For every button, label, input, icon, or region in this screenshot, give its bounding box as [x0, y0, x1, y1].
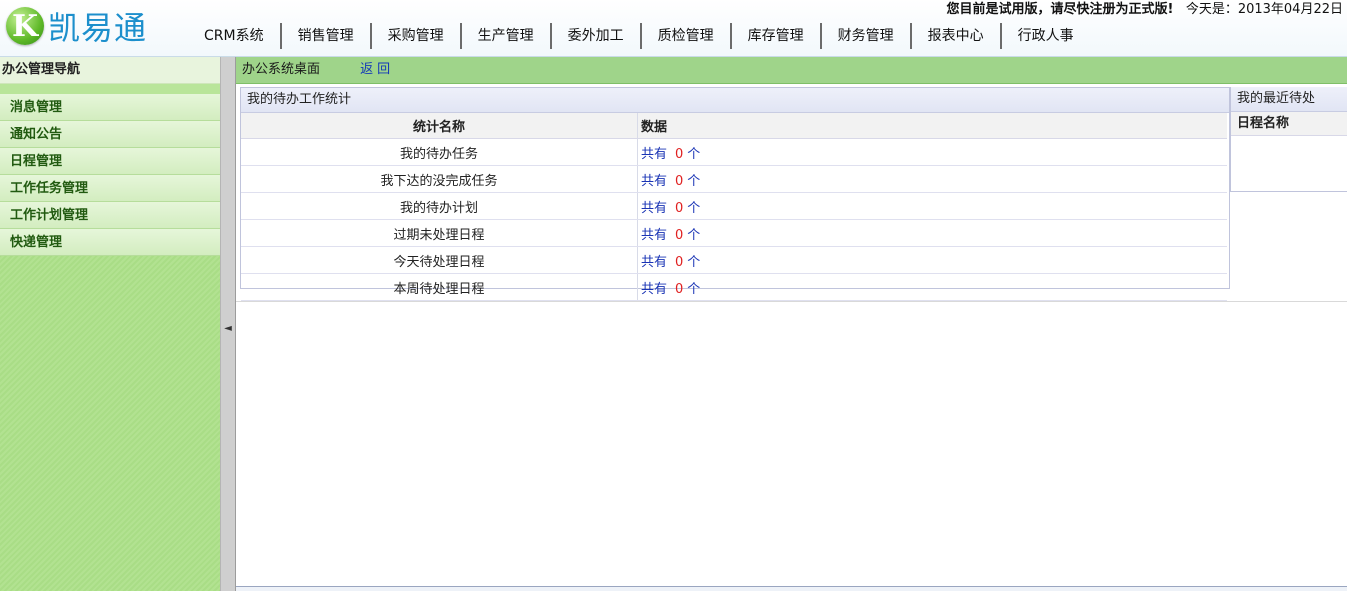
todo-stats-title: 我的待办工作统计 — [241, 88, 1229, 113]
stat-value[interactable]: 共有 0 个 — [637, 246, 1227, 274]
sidebar: 办公管理导航 消息管理 通知公告 日程管理 工作任务管理 工作计划管理 快递管理 — [0, 57, 220, 591]
stat-unit: 个 — [687, 200, 701, 216]
stat-count[interactable]: 0 — [675, 282, 683, 297]
stat-prefix: 共有 — [641, 227, 668, 243]
nav-hr[interactable]: 行政人事 — [1002, 23, 1090, 49]
nav-finance[interactable]: 财务管理 — [822, 23, 912, 49]
todo-stats-panel: 我的待办工作统计 统计名称 数据 我的待办任务 共有 0 个 我下达的没完成任务 共… — [240, 87, 1230, 301]
stat-value[interactable]: 共有 0 个 — [637, 192, 1227, 220]
main-content: 办公系统桌面 返回 我的待办工作统计 统计名称 数据 我的待办任务 共有 0 个 我… — [236, 57, 1347, 591]
trial-message: 您目前是试用版，请尽快注册为正式版! — [946, 2, 1174, 17]
stat-count[interactable]: 0 — [675, 255, 683, 270]
stat-count[interactable]: 0 — [675, 147, 683, 162]
breadcrumb: 办公系统桌面 — [242, 62, 321, 77]
nav-production[interactable]: 生产管理 — [462, 23, 552, 49]
stat-unit: 个 — [687, 254, 701, 270]
today-label: 今天是： — [1185, 2, 1238, 17]
stat-value[interactable]: 共有 0 个 — [637, 165, 1227, 193]
sidebar-item-plans[interactable]: 工作计划管理 — [0, 202, 220, 229]
stat-name: 今天待处理日程 — [241, 246, 638, 274]
stat-count[interactable]: 0 — [675, 174, 683, 189]
column-header-data: 数据 — [637, 113, 1227, 139]
stat-value[interactable]: 共有 0 个 — [637, 273, 1227, 301]
app-header: K 凯易通 您目前是试用版，请尽快注册为正式版! 今天是：2013年04月22日… — [0, 0, 1347, 57]
nav-reports[interactable]: 报表中心 — [912, 23, 1002, 49]
sidebar-item-notices[interactable]: 通知公告 — [0, 121, 220, 148]
stat-unit: 个 — [687, 146, 701, 162]
table-row: 今天待处理日程 共有 0 个 — [241, 246, 1227, 274]
sidebar-item-schedule[interactable]: 日程管理 — [0, 148, 220, 175]
nav-inventory[interactable]: 库存管理 — [732, 23, 822, 49]
sidebar-divider — [0, 84, 220, 94]
sidebar-item-tasks[interactable]: 工作任务管理 — [0, 175, 220, 202]
main-toolbar: 办公系统桌面 返回 — [236, 57, 1347, 84]
stat-name: 我的待办计划 — [241, 192, 638, 220]
stat-count[interactable]: 0 — [675, 201, 683, 216]
stat-unit: 个 — [687, 173, 701, 189]
collapse-arrow-icon[interactable]: ◄ — [223, 322, 233, 336]
sidebar-item-express[interactable]: 快递管理 — [0, 229, 220, 256]
stat-name: 本周待处理日程 — [241, 273, 638, 301]
bottom-scrollbar[interactable] — [236, 586, 1347, 591]
stat-unit: 个 — [687, 281, 701, 297]
stat-unit: 个 — [687, 227, 701, 243]
stat-count[interactable]: 0 — [675, 228, 683, 243]
nav-outsourcing[interactable]: 委外加工 — [552, 23, 642, 49]
table-header-row: 统计名称 数据 — [241, 113, 1227, 139]
stat-prefix: 共有 — [641, 281, 668, 297]
table-row: 过期未处理日程 共有 0 个 — [241, 219, 1227, 247]
stat-name: 我的待办任务 — [241, 138, 638, 166]
nav-purchase[interactable]: 采购管理 — [372, 23, 462, 49]
today-date: 2013年04月22日 — [1237, 2, 1343, 17]
stat-name: 过期未处理日程 — [241, 219, 638, 247]
back-link[interactable]: 返回 — [360, 62, 394, 77]
stat-value[interactable]: 共有 0 个 — [637, 138, 1227, 166]
sidebar-item-messages[interactable]: 消息管理 — [0, 94, 220, 121]
logo-text: 凯易通 — [48, 9, 148, 47]
table-row: 我下达的没完成任务 共有 0 个 — [241, 165, 1227, 193]
table-row: 我的待办计划 共有 0 个 — [241, 192, 1227, 220]
table-row: 我的待办任务 共有 0 个 — [241, 138, 1227, 166]
dashboard-panels: 我的待办工作统计 统计名称 数据 我的待办任务 共有 0 个 我下达的没完成任务 共… — [236, 85, 1347, 302]
stat-prefix: 共有 — [641, 200, 668, 216]
column-header-name: 统计名称 — [241, 113, 638, 139]
sidebar-title: 办公管理导航 — [0, 57, 220, 84]
column-header-schedule-name: 日程名称 — [1231, 112, 1347, 136]
stat-value[interactable]: 共有 0 个 — [637, 219, 1227, 247]
stat-name: 我下达的没完成任务 — [241, 165, 638, 193]
todo-stats-table: 统计名称 数据 我的待办任务 共有 0 个 我下达的没完成任务 共有 0 个 我的待办计… — [241, 113, 1227, 301]
table-row: 本周待处理日程 共有 0 个 — [241, 273, 1227, 301]
recent-schedule-title: 我的最近待处 — [1231, 87, 1347, 112]
logo-mark: K — [6, 7, 44, 45]
nav-crm[interactable]: CRM系统 — [186, 23, 282, 49]
stat-prefix: 共有 — [641, 173, 668, 189]
sidebar-menu: 消息管理 通知公告 日程管理 工作任务管理 工作计划管理 快递管理 — [0, 94, 220, 256]
nav-sales[interactable]: 销售管理 — [282, 23, 372, 49]
recent-schedule-panel: 我的最近待处 日程名称 — [1230, 87, 1347, 192]
nav-quality[interactable]: 质检管理 — [642, 23, 732, 49]
sidebar-splitter[interactable]: ◄ — [220, 57, 236, 591]
logo: K 凯易通 — [0, 2, 147, 50]
stat-prefix: 共有 — [641, 146, 668, 162]
stat-prefix: 共有 — [641, 254, 668, 270]
trial-notice: 您目前是试用版，请尽快注册为正式版! 今天是：2013年04月22日 — [946, 0, 1343, 20]
top-navigation: CRM系统 销售管理 采购管理 生产管理 委外加工 质检管理 库存管理 财务管理… — [186, 22, 1347, 50]
